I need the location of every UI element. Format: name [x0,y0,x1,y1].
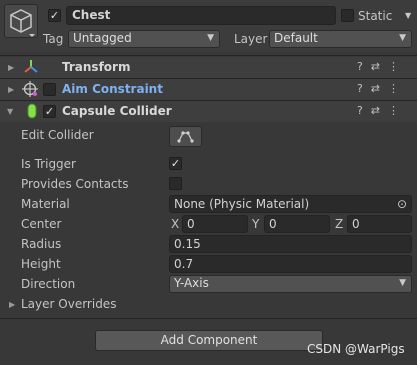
component-tools: ?⇄⋮ [357,82,407,95]
more-icon[interactable]: ⋮ [388,104,407,117]
center-label: Center [21,217,62,231]
provides-contacts-label: Provides Contacts [21,177,129,191]
static-checkbox[interactable] [341,9,354,22]
aim-constraint-enabled-checkbox[interactable] [43,83,56,96]
divider [0,55,417,56]
material-value: None (Physic Material) [174,197,310,211]
static-dropdown-icon[interactable]: ▼ [405,11,411,20]
center-x-field[interactable]: 0 [182,215,248,233]
gameobject-name-field[interactable]: Chest [66,6,336,25]
center-x-label: X [171,217,180,231]
component-header-capsule-collider[interactable]: ▼ ✓ Capsule Collider ?⇄⋮ [0,101,417,122]
more-icon[interactable]: ⋮ [388,60,407,73]
gameobject-active-checkbox[interactable]: ✓ [48,9,61,22]
radius-label: Radius [21,237,62,251]
component-name: Capsule Collider [62,104,172,118]
is-trigger-checkbox[interactable]: ✓ [169,157,182,170]
radius-field[interactable]: 0.15 [169,235,412,253]
center-z-label: Z [335,217,344,231]
settings-icon[interactable]: ⇄ [371,82,388,95]
edit-collider-button[interactable] [169,126,202,147]
aim-constraint-icon [22,81,38,97]
help-icon[interactable]: ? [357,60,371,73]
capsule-collider-enabled-checkbox[interactable]: ✓ [43,105,56,118]
layer-value: Default [274,31,318,45]
height-label: Height [21,257,61,271]
component-name: Aim Constraint [62,82,163,96]
height-field[interactable]: 0.7 [169,255,412,273]
edit-collider-icon [177,131,194,143]
static-label: Static [358,9,393,23]
add-component-button[interactable]: Add Component [95,330,323,351]
layer-label: Layer [234,32,268,46]
component-tools: ?⇄⋮ [357,104,407,117]
help-icon[interactable]: ? [357,82,371,95]
center-y-field[interactable]: 0 [264,215,330,233]
chevron-down-icon: ▼ [207,33,214,43]
chevron-down-icon: ▼ [399,33,406,43]
center-z-field[interactable]: 0 [347,215,412,233]
material-field[interactable]: None (Physic Material) ⊙ [169,195,412,213]
foldout-right-icon: ▶ [8,63,15,72]
foldout-right-icon: ▶ [8,85,15,94]
tag-label: Tag [43,32,64,46]
provides-contacts-checkbox[interactable] [169,177,182,190]
more-icon[interactable]: ⋮ [388,82,407,95]
component-header-aim-constraint[interactable]: ▶ Aim Constraint ?⇄⋮ [0,79,417,100]
direction-dropdown[interactable]: Y-Axis ▼ [169,275,412,293]
layer-overrides-label[interactable]: Layer Overrides [21,297,116,311]
is-trigger-label: Is Trigger [21,157,76,171]
foldout-down-icon: ▼ [7,107,14,116]
tag-dropdown[interactable]: Untagged ▼ [68,30,220,48]
component-tools: ?⇄⋮ [357,60,407,73]
material-label: Material [21,197,70,211]
settings-icon[interactable]: ⇄ [371,104,388,117]
tag-value: Untagged [73,31,132,45]
component-header-transform[interactable]: ▶ Transform ?⇄⋮ [0,57,417,78]
center-y-label: Y [252,217,260,231]
watermark: CSDN @WarPigs [307,342,405,356]
capsule-collider-icon [27,103,37,119]
layer-dropdown[interactable]: Default ▼ [269,30,412,48]
help-icon[interactable]: ? [357,104,371,117]
direction-value: Y-Axis [174,276,209,290]
foldout-right-icon[interactable]: ▶ [9,300,15,309]
chevron-down-icon: ▼ [399,278,406,288]
gameobject-cube-icon[interactable] [4,4,38,38]
transform-icon [24,60,38,73]
gameobject-header: ✓ Chest Static ▼ Tag Untagged ▼ Layer De… [0,0,417,52]
edit-collider-label: Edit Collider [21,128,94,142]
settings-icon[interactable]: ⇄ [371,60,388,73]
direction-label: Direction [21,277,76,291]
divider [0,318,417,319]
component-name: Transform [62,60,131,74]
object-picker-icon[interactable]: ⊙ [397,196,407,212]
